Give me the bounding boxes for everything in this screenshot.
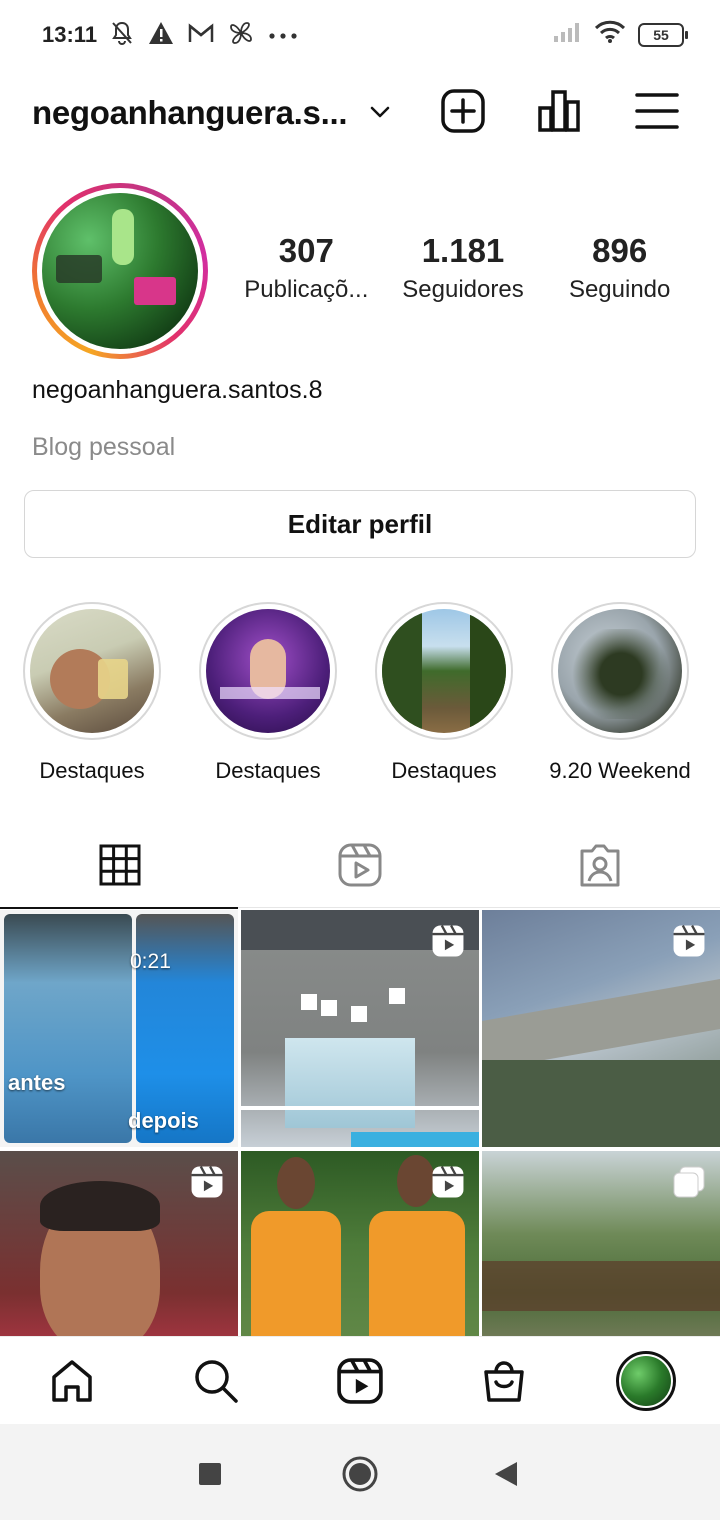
chevron-down-icon[interactable] — [368, 100, 392, 129]
post-thumbnail[interactable] — [241, 1151, 479, 1336]
tagged-icon — [578, 843, 622, 892]
signal-icon — [552, 21, 582, 48]
shop-icon[interactable] — [474, 1353, 534, 1409]
grid-icon — [99, 844, 141, 891]
recents-button[interactable] — [190, 1454, 230, 1494]
carousel-badge-icon — [672, 1165, 706, 1204]
gmail-icon — [188, 22, 214, 49]
post-thumbnail[interactable]: antes depois 0:21 — [0, 910, 238, 1147]
system-navigation — [0, 1424, 720, 1520]
post-thumbnail[interactable] — [482, 1151, 720, 1336]
highlight-item[interactable]: Destaques — [356, 602, 532, 784]
followers-label: Seguidores — [402, 276, 524, 303]
more-dots-icon — [268, 27, 298, 45]
profile-name: negoanhanguera.santos.8 — [32, 376, 323, 404]
stat-following[interactable]: 896 Seguindo — [541, 232, 698, 304]
menu-icon[interactable] — [632, 86, 682, 136]
highlight-label: Destaques — [391, 758, 497, 783]
stat-posts[interactable]: 307 Publicaçõ... — [228, 232, 385, 304]
posts-grid: antes depois 0:21 — [0, 910, 720, 1336]
back-button[interactable] — [486, 1454, 526, 1494]
home-button[interactable] — [340, 1454, 380, 1494]
posts-label: Publicaçõ... — [244, 276, 369, 303]
battery-icon: 55 — [638, 22, 688, 47]
reel-badge-icon — [190, 1165, 224, 1204]
bottom-navigation — [0, 1336, 720, 1424]
insights-icon[interactable] — [534, 86, 584, 136]
reel-badge-icon — [431, 924, 465, 963]
highlight-cover — [558, 609, 682, 733]
status-bar: 13:11 55 — [0, 0, 720, 70]
post-thumbnail[interactable] — [0, 1151, 238, 1336]
reel-badge-icon — [431, 1165, 465, 1204]
home-icon[interactable] — [42, 1353, 102, 1409]
highlight-cover — [206, 609, 330, 733]
following-label: Seguindo — [568, 276, 671, 303]
profile-tabs — [0, 826, 720, 909]
reel-badge-icon — [672, 924, 706, 963]
highlight-label: Destaques — [39, 758, 145, 783]
tab-tagged[interactable] — [480, 826, 720, 908]
posts-count: 307 — [278, 232, 334, 269]
post-thumbnail[interactable] — [241, 910, 479, 1147]
video-duration: 0:21 — [130, 950, 171, 973]
stat-followers[interactable]: 1.181 Seguidores — [385, 232, 542, 304]
story-highlights: Destaques Destaques Destaques 9.20 Weeke… — [0, 602, 720, 784]
highlight-item[interactable]: Destaques — [180, 602, 356, 784]
highlight-cover — [382, 609, 506, 733]
post-thumbnail[interactable] — [482, 910, 720, 1147]
tab-reels[interactable] — [240, 826, 480, 908]
profile-category: Blog pessoal — [32, 433, 176, 461]
post-before-label: antes — [8, 1070, 66, 1095]
highlight-label: Destaques — [215, 758, 321, 783]
profile-avatar[interactable] — [616, 1351, 676, 1411]
reels-icon[interactable] — [330, 1353, 390, 1409]
create-post-icon[interactable] — [438, 86, 488, 136]
highlight-cover — [30, 609, 154, 733]
reels-icon — [338, 843, 382, 892]
highlight-item[interactable]: Destaques — [4, 602, 180, 784]
notification-icons — [110, 20, 298, 51]
profile-header: negoanhanguera.s... — [0, 78, 720, 148]
tab-grid[interactable] — [0, 826, 240, 909]
followers-count: 1.181 — [421, 232, 505, 269]
warning-icon — [148, 21, 174, 50]
profile-stats: 307 Publicaçõ... 1.181 Seguidores 896 Se… — [228, 232, 698, 304]
following-count: 896 — [592, 232, 648, 269]
status-time: 13:11 — [42, 22, 98, 47]
highlight-item[interactable]: 9.20 Weekend — [532, 602, 708, 784]
edit-profile-button[interactable]: Editar perfil — [24, 490, 696, 558]
account-username[interactable]: negoanhanguera.s... — [32, 94, 348, 132]
mute-bell-icon — [110, 20, 134, 51]
search-icon[interactable] — [186, 1353, 246, 1409]
pinwheel-icon — [228, 20, 254, 51]
highlight-label: 9.20 Weekend — [549, 758, 691, 783]
post-after-label: depois — [128, 1108, 199, 1133]
system-status-icons: 55 — [552, 20, 688, 49]
avatar-image — [42, 193, 198, 349]
profile-avatar[interactable] — [32, 183, 208, 359]
wifi-icon — [594, 20, 626, 49]
